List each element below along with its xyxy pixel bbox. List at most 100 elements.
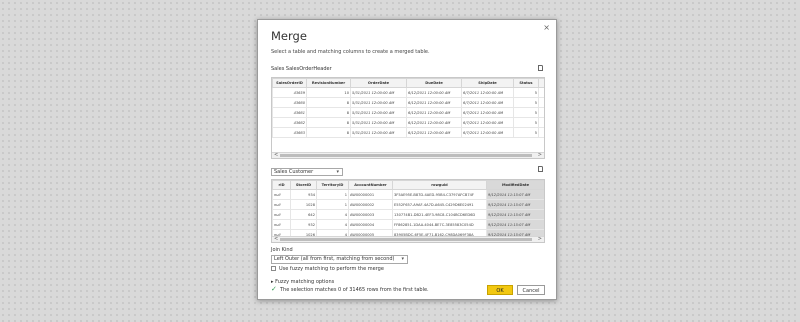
table-row: 43661 8 5/31/2011 12:00:00 AM 6/12/2011 12:… — [272, 107, 544, 118]
column-header[interactable]: StoreID — [290, 180, 317, 190]
column-header[interactable]: ModifiedDate — [486, 180, 544, 190]
table-cell: 5/31/2011 12:00:00 AM — [350, 97, 407, 108]
table-cell: 6/12/2011 12:00:00 AM — [406, 117, 462, 128]
second-table: rID StoreID TerritoryID AccountNumber rowgui… — [272, 180, 544, 240]
table-cell: AW00000004 — [348, 219, 393, 230]
column-header[interactable]: AccountNumber — [348, 180, 393, 190]
fuzzy-matching-checkbox[interactable] — [271, 266, 276, 271]
table-cell: null — [272, 189, 291, 200]
table-cell: 6/12/2011 12:00:00 AM — [406, 87, 462, 98]
column-header[interactable]: OrderDate — [350, 78, 407, 88]
table-cell: 8 — [306, 117, 351, 128]
table-cell: 43663 — [272, 127, 307, 138]
second-table-scrollbar[interactable]: < > — [272, 236, 544, 242]
column-header[interactable]: TerritoryID — [316, 180, 349, 190]
second-table-preview: rID StoreID TerritoryID AccountNumber rowgui… — [271, 179, 545, 243]
preview-icon-2[interactable] — [538, 166, 543, 172]
scroll-right-icon[interactable]: > — [538, 236, 542, 242]
close-icon[interactable]: × — [543, 23, 550, 32]
table-cell: null — [272, 209, 291, 220]
fuzzy-options-label: Fuzzy matching options — [275, 279, 335, 285]
table-cell: 5 — [513, 117, 539, 128]
join-kind-select-value: Left Outer (all from first, matching fro… — [274, 256, 395, 262]
table-cell: 6/12/2011 12:00:00 AM — [406, 107, 462, 118]
table-cell: 6/7/2011 12:00:00 AM — [461, 87, 514, 98]
column-header[interactable]: rowguid — [392, 180, 487, 190]
table-cell: 8 — [306, 97, 351, 108]
table-cell: 9/12/2014 11:15:07 AM — [486, 219, 544, 230]
table-cell: 4 — [316, 219, 349, 230]
table-cell: 43660 — [272, 97, 307, 108]
dialog-title: Merge — [271, 29, 307, 43]
table-cell: 6/7/2011 12:00:00 AM — [461, 117, 514, 128]
table-cell: 932 — [290, 219, 317, 230]
second-table-select[interactable]: Sales Customer ▾ — [271, 168, 343, 176]
table-cell: 934 — [290, 189, 317, 200]
table-row: 43663 8 5/31/2011 12:00:00 AM 6/12/2011 12:… — [272, 127, 544, 138]
table-row: 43660 8 5/31/2011 12:00:00 AM 6/12/2011 12:… — [272, 97, 544, 108]
join-kind-label: Join Kind — [271, 247, 293, 253]
table-cell: 10 — [306, 87, 351, 98]
table-cell — [538, 117, 544, 128]
table-cell: 5/31/2011 12:00:00 AM — [350, 127, 407, 138]
table-cell: 6/7/2011 12:00:00 AM — [461, 97, 514, 108]
chevron-down-icon: ▾ — [336, 169, 339, 175]
table-cell: 130774B1-DB21-4EF3-98C8-C104BCD6ED6D — [392, 209, 487, 220]
table-cell — [538, 87, 544, 98]
table-cell: 5 — [513, 127, 539, 138]
scroll-left-icon[interactable]: < — [274, 152, 278, 158]
table-cell — [538, 107, 544, 118]
column-header[interactable]: rID — [272, 180, 291, 190]
column-header[interactable]: RevisionNumber — [306, 78, 351, 88]
cancel-button[interactable]: Cancel — [517, 285, 545, 295]
table-cell: 9/12/2014 11:15:07 AM — [486, 209, 544, 220]
table-cell: 5 — [513, 97, 539, 108]
checkmark-icon: ✓ — [271, 285, 277, 293]
column-header[interactable]: SalesOrderID — [272, 78, 307, 88]
column-header[interactable]: O — [538, 78, 544, 88]
table-cell: 1028 — [290, 199, 317, 210]
scroll-right-icon[interactable]: > — [538, 152, 542, 158]
scroll-left-icon[interactable]: < — [274, 236, 278, 242]
column-header[interactable]: DueDate — [406, 78, 462, 88]
table-cell: 6/7/2011 12:00:00 AM — [461, 107, 514, 118]
scrollbar-thumb[interactable] — [280, 238, 532, 241]
second-table-select-value: Sales Customer — [274, 169, 314, 175]
table-cell: 5/31/2011 12:00:00 AM — [350, 117, 407, 128]
table-row: null 932 4 AW00000004 FF862851-1DAA-4044-BE7… — [272, 219, 544, 230]
table-cell: 5/31/2011 12:00:00 AM — [350, 107, 407, 118]
preview-icon[interactable] — [538, 65, 543, 71]
column-header[interactable]: ShipDate — [461, 78, 514, 88]
fuzzy-options-toggle[interactable]: ▸ Fuzzy matching options — [271, 279, 334, 285]
table-row: null 1028 1 AW00000002 E552F657-A9AF-4A7D-A6… — [272, 199, 544, 210]
table-cell: 9/12/2014 11:15:07 AM — [486, 199, 544, 210]
table-cell: 6/12/2011 12:00:00 AM — [406, 97, 462, 108]
table-cell: 1 — [316, 189, 349, 200]
first-table-scrollbar[interactable]: < > — [272, 152, 544, 158]
match-status-text: The selection matches 0 of 31465 rows fr… — [280, 287, 429, 293]
table-cell: 8 — [306, 127, 351, 138]
table-cell: AW00000002 — [348, 199, 393, 210]
table-cell: AW00000001 — [348, 189, 393, 200]
table-cell: 6/12/2011 12:00:00 AM — [406, 127, 462, 138]
column-header[interactable]: Status — [513, 78, 539, 88]
table-cell: 8 — [306, 107, 351, 118]
first-table-name: Sales SalesOrderHeader — [271, 66, 332, 72]
table-cell: 642 — [290, 209, 317, 220]
scrollbar-thumb[interactable] — [280, 154, 532, 157]
table-cell: 6/7/2011 12:00:00 AM — [461, 127, 514, 138]
table-row: null 934 1 AW00000001 3F5AE95E-B87D-4AED-95B… — [272, 189, 544, 200]
join-kind-select[interactable]: Left Outer (all from first, matching fro… — [271, 255, 408, 264]
table-cell: 5/31/2011 12:00:00 AM — [350, 87, 407, 98]
table-cell: null — [272, 219, 291, 230]
dialog-subtitle: Select a table and matching columns to c… — [271, 49, 430, 55]
table-cell — [538, 97, 544, 108]
table-row: null 642 4 AW00000003 130774B1-DB21-4EF3-98C… — [272, 209, 544, 220]
table-row: 43662 8 5/31/2011 12:00:00 AM 6/12/2011 12:… — [272, 117, 544, 128]
table-row: 43659 10 5/31/2011 12:00:00 AM 6/12/2011 12… — [272, 87, 544, 98]
table-cell: E552F657-A9AF-4A7D-A645-C429D6E02491 — [392, 199, 487, 210]
ok-button[interactable]: OK — [487, 285, 513, 295]
merge-dialog: × Merge Select a table and matching colu… — [257, 19, 557, 300]
table-cell: 9/12/2014 11:15:07 AM — [486, 189, 544, 200]
chevron-down-icon: ▾ — [401, 256, 404, 262]
